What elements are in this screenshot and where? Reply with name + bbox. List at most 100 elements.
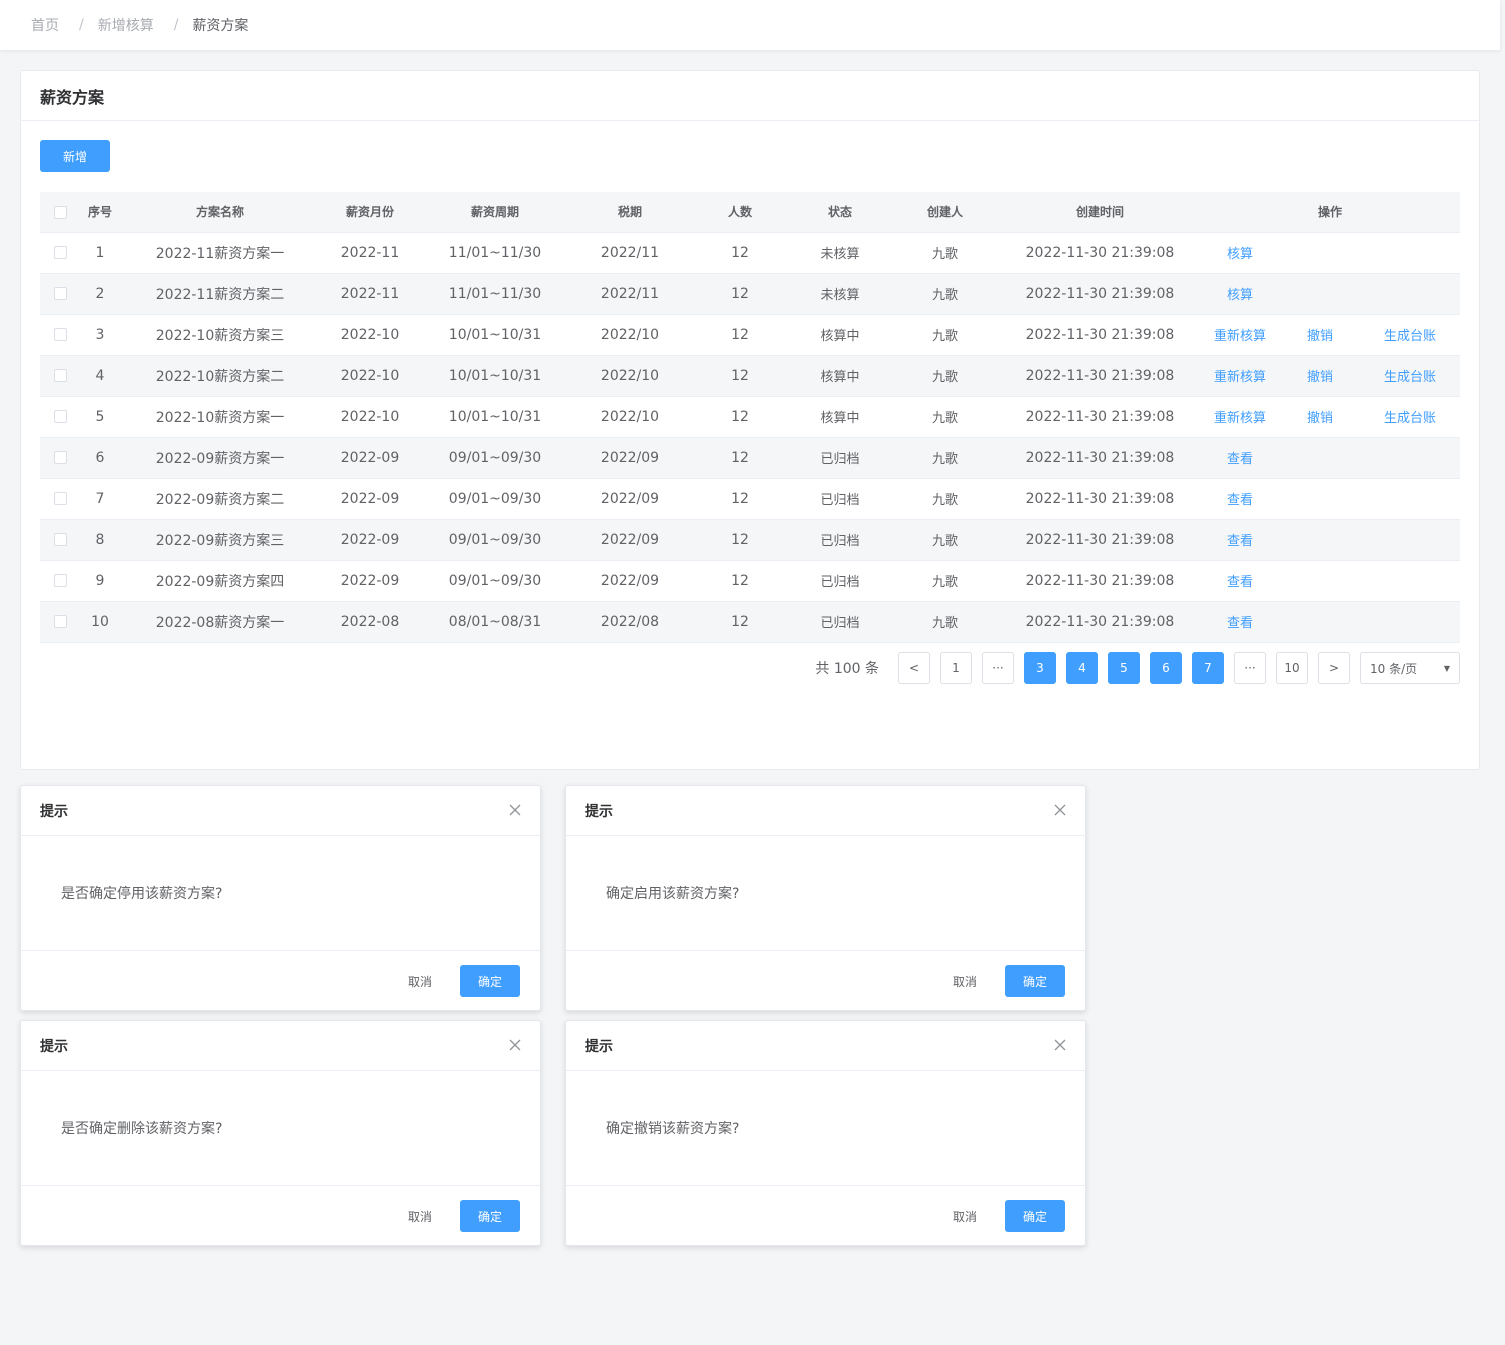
pagination-ellipsis-right[interactable]: ··· bbox=[1234, 652, 1266, 684]
confirm-dialog-delete: 提示 是否确定删除该薪资方案? 取消 确定 bbox=[20, 1020, 541, 1246]
breadcrumb-home[interactable]: 首页 bbox=[31, 15, 59, 35]
header-month: 薪资月份 bbox=[345, 205, 394, 220]
row-creator: 九歌 bbox=[931, 452, 958, 467]
dialog-title: 提示 bbox=[585, 803, 613, 820]
row-action-link[interactable]: 撤销 bbox=[1280, 366, 1360, 385]
cancel-button[interactable]: 取消 bbox=[935, 965, 995, 997]
pagination-ellipsis-left[interactable]: ··· bbox=[982, 652, 1014, 684]
row-plan-name: 2022-08薪资方案一 bbox=[155, 614, 285, 631]
dialog-message: 确定撤销该薪资方案? bbox=[566, 1071, 1085, 1186]
page-size-select[interactable]: 10 条/页 ▼ bbox=[1360, 652, 1460, 684]
row-checkbox[interactable] bbox=[40, 396, 80, 437]
confirm-button[interactable]: 确定 bbox=[460, 1200, 520, 1232]
page-button[interactable]: 4 bbox=[1066, 652, 1098, 684]
confirm-button[interactable]: 确定 bbox=[1005, 965, 1065, 997]
pagination-total: 共 100 条 bbox=[815, 661, 879, 677]
confirm-button[interactable]: 确定 bbox=[1005, 1200, 1065, 1232]
row-action-link[interactable]: 查看 bbox=[1200, 489, 1280, 508]
cancel-button[interactable]: 取消 bbox=[390, 965, 450, 997]
select-all-checkbox[interactable] bbox=[40, 192, 80, 232]
row-actions: 查看 bbox=[1200, 601, 1460, 642]
table-header-row: 序号 方案名称 薪资月份 薪资周期 税期 人数 状态 创建人 创建时间 操作 bbox=[40, 192, 1460, 232]
row-checkbox[interactable] bbox=[40, 355, 80, 396]
add-plan-button[interactable]: 新增 bbox=[40, 140, 110, 172]
row-action-link[interactable]: 重新核算 bbox=[1200, 366, 1280, 385]
row-creator: 九歌 bbox=[931, 247, 958, 262]
cancel-button[interactable]: 取消 bbox=[390, 1200, 450, 1232]
row-status: 核算中 bbox=[820, 370, 860, 385]
header-name: 方案名称 bbox=[195, 205, 244, 220]
row-actions: 查看 bbox=[1200, 437, 1460, 478]
row-checkbox[interactable] bbox=[40, 437, 80, 478]
row-salary-month: 2022-09 bbox=[340, 449, 400, 466]
row-tax-period: 2022/09 bbox=[600, 572, 660, 589]
row-action-link[interactable]: 撤销 bbox=[1280, 407, 1360, 426]
row-checkbox[interactable] bbox=[40, 601, 80, 642]
breadcrumb-new-accounting[interactable]: 新增核算 bbox=[98, 15, 154, 35]
page-button[interactable]: 3 bbox=[1024, 652, 1056, 684]
row-action-link[interactable]: 重新核算 bbox=[1200, 325, 1280, 344]
row-headcount: 12 bbox=[731, 326, 749, 343]
page-size-value: 10 条/页 bbox=[1370, 661, 1418, 676]
next-page-button[interactable]: > bbox=[1318, 652, 1350, 684]
row-status: 已归档 bbox=[820, 575, 860, 590]
page-button[interactable]: 5 bbox=[1108, 652, 1140, 684]
cancel-button[interactable]: 取消 bbox=[935, 1200, 995, 1232]
row-headcount: 12 bbox=[731, 613, 749, 630]
row-salary-month: 2022-09 bbox=[340, 572, 400, 589]
row-checkbox[interactable] bbox=[40, 478, 80, 519]
row-salary-month: 2022-09 bbox=[340, 531, 400, 548]
row-action-link[interactable]: 查看 bbox=[1200, 571, 1280, 590]
row-action-link[interactable]: 生成台账 bbox=[1360, 407, 1460, 426]
page-button-first[interactable]: 1 bbox=[940, 652, 972, 684]
row-actions: 查看 bbox=[1200, 478, 1460, 519]
row-checkbox[interactable] bbox=[40, 519, 80, 560]
breadcrumb-separator: / bbox=[173, 17, 179, 33]
page-button[interactable]: 6 bbox=[1150, 652, 1182, 684]
row-checkbox[interactable] bbox=[40, 273, 80, 314]
row-headcount: 12 bbox=[731, 490, 749, 507]
row-action-link[interactable]: 生成台账 bbox=[1360, 325, 1460, 344]
row-checkbox[interactable] bbox=[40, 232, 80, 273]
confirm-button[interactable]: 确定 bbox=[460, 965, 520, 997]
row-no: 5 bbox=[95, 408, 105, 425]
row-status: 未核算 bbox=[820, 288, 860, 303]
row-plan-name: 2022-09薪资方案三 bbox=[155, 532, 285, 549]
table-row: 10 2022-08薪资方案一 2022-08 08/01~08/31 2022/08 1… bbox=[40, 601, 1460, 642]
row-plan-name: 2022-10薪资方案二 bbox=[155, 368, 285, 385]
header-time: 创建时间 bbox=[1075, 205, 1124, 220]
row-created-time: 2022-11-30 21:39:08 bbox=[1025, 367, 1175, 384]
row-actions: 重新核算 撤销 生成台账 bbox=[1200, 355, 1460, 396]
row-action-link[interactable]: 重新核算 bbox=[1200, 407, 1280, 426]
salary-plan-card: 薪资方案 新增 序号 方案名称 薪资月份 薪资周期 税期 人数 状态 创建人 创… bbox=[20, 70, 1480, 770]
row-action-link[interactable]: 查看 bbox=[1200, 612, 1280, 631]
caret-down-icon: ▼ bbox=[1443, 663, 1450, 673]
row-creator: 九歌 bbox=[931, 411, 958, 426]
row-headcount: 12 bbox=[731, 367, 749, 384]
prev-page-button[interactable]: < bbox=[898, 652, 930, 684]
breadcrumb: 首页 / 新增核算 / 薪资方案 bbox=[0, 0, 1500, 50]
close-icon[interactable] bbox=[1053, 1038, 1067, 1052]
row-action-link[interactable]: 查看 bbox=[1200, 530, 1280, 549]
close-icon[interactable] bbox=[508, 1038, 522, 1052]
close-icon[interactable] bbox=[508, 803, 522, 817]
dialog-message: 确定启用该薪资方案? bbox=[566, 836, 1085, 951]
row-action-link[interactable]: 生成台账 bbox=[1360, 366, 1460, 385]
row-salary-month: 2022-10 bbox=[340, 367, 400, 384]
row-plan-name: 2022-11薪资方案一 bbox=[155, 245, 285, 262]
row-created-time: 2022-11-30 21:39:08 bbox=[1025, 572, 1175, 589]
row-checkbox[interactable] bbox=[40, 314, 80, 355]
close-icon[interactable] bbox=[1053, 803, 1067, 817]
row-action-link[interactable]: 核算 bbox=[1200, 284, 1280, 303]
page-button-last[interactable]: 10 bbox=[1276, 652, 1308, 684]
row-action-link[interactable]: 核算 bbox=[1200, 243, 1280, 262]
card-title: 薪资方案 bbox=[21, 71, 1479, 121]
page-button[interactable]: 7 bbox=[1192, 652, 1224, 684]
header-creator: 创建人 bbox=[926, 205, 963, 220]
row-action-link[interactable]: 撤销 bbox=[1280, 325, 1360, 344]
row-salary-period: 10/01~10/31 bbox=[448, 408, 542, 425]
row-checkbox[interactable] bbox=[40, 560, 80, 601]
confirm-dialog-enable: 提示 确定启用该薪资方案? 取消 确定 bbox=[565, 785, 1086, 1011]
dialog-title: 提示 bbox=[40, 1038, 68, 1055]
row-action-link[interactable]: 查看 bbox=[1200, 448, 1280, 467]
